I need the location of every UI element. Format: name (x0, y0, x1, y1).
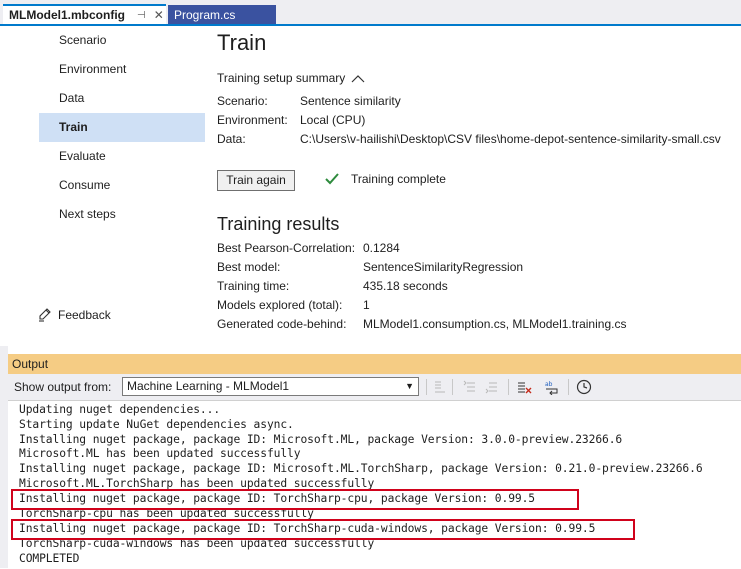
tab-label: MLModel1.mbconfig (9, 8, 125, 22)
output-line: Installing nuget package, package ID: Mi… (19, 433, 623, 446)
nav-item-consume[interactable]: Consume (39, 171, 205, 200)
dropdown-arrow-icon: ▼ (405, 381, 414, 391)
chevron-up-icon (351, 74, 365, 82)
result-key: Best model: (217, 260, 281, 274)
window-edge (0, 346, 8, 568)
summary-key: Data: (217, 132, 246, 146)
summary-key: Scenario: (217, 94, 268, 108)
training-status: Training complete (325, 172, 446, 186)
output-text-area[interactable]: Updating nuget dependencies... Starting … (8, 400, 741, 569)
feedback-link[interactable]: Feedback (38, 308, 111, 322)
toolbar-separator (452, 379, 453, 395)
output-source-select[interactable]: Machine Learning - MLModel1 ▼ (122, 377, 419, 396)
step-navigation: Scenario Environment Data Train Evaluate… (39, 26, 205, 229)
result-value: 0.1284 (363, 241, 400, 255)
highlight-box-torchsharp-cpu (11, 489, 579, 510)
nav-item-train[interactable]: Train (39, 113, 205, 142)
nav-item-scenario[interactable]: Scenario (39, 26, 205, 55)
clock-icon[interactable] (576, 379, 592, 395)
result-key: Generated code-behind: (217, 317, 347, 331)
summary-value: C:\Users\v-hailishi\Desktop\CSV files\ho… (300, 132, 721, 146)
feedback-icon (39, 308, 51, 322)
result-key: Models explored (total): (217, 298, 343, 312)
toolbar-separator (568, 379, 569, 395)
status-text: Training complete (351, 172, 446, 186)
nav-item-environment[interactable]: Environment (39, 55, 205, 84)
result-value: SentenceSimilarityRegression (363, 260, 524, 274)
svg-text:ab: ab (545, 381, 553, 388)
highlight-box-torchsharp-cuda (11, 519, 635, 540)
clear-all-icon[interactable] (516, 379, 532, 395)
output-line: Installing nuget package, package ID: Mi… (19, 462, 703, 475)
training-results-heading: Training results (217, 214, 340, 234)
train-again-button[interactable]: Train again (217, 170, 295, 191)
output-line: Updating nuget dependencies... (19, 403, 221, 416)
summary-value: Local (CPU) (300, 113, 366, 127)
output-toolbar: Show output from: Machine Learning - MLM… (8, 374, 741, 400)
nav-item-data[interactable]: Data (39, 84, 205, 113)
output-line: COMPLETED (19, 552, 80, 565)
training-setup-summary-toggle[interactable]: Training setup summary (217, 71, 365, 85)
close-icon[interactable]: ✕ (154, 8, 164, 22)
document-tab-strip: MLModel1.mbconfig ⊣ ✕ Program.cs (0, 0, 741, 26)
tab-label: Program.cs (174, 7, 236, 22)
toolbar-separator (508, 379, 509, 395)
show-output-from-label: Show output from: (14, 380, 112, 394)
summary-header-label: Training setup summary (217, 71, 346, 85)
toggle-word-wrap-icon[interactable]: ab (544, 379, 560, 395)
previous-message-icon[interactable] (462, 379, 478, 395)
nav-item-evaluate[interactable]: Evaluate (39, 142, 205, 171)
result-key: Training time: (217, 279, 290, 293)
find-message-in-code-icon[interactable] (432, 379, 448, 395)
summary-value: Sentence similarity (300, 94, 401, 108)
summary-key: Environment: (217, 113, 288, 127)
result-value: 435.18 seconds (363, 279, 448, 293)
tab-program-cs[interactable]: Program.cs (168, 5, 276, 24)
feedback-label: Feedback (58, 308, 111, 322)
result-key: Best Pearson-Correlation: (217, 241, 356, 255)
nav-item-next-steps[interactable]: Next steps (39, 200, 205, 229)
pin-icon[interactable]: ⊣ (137, 10, 146, 21)
toolbar-separator (426, 379, 427, 395)
output-source-value: Machine Learning - MLModel1 (127, 379, 290, 393)
result-value: 1 (363, 298, 370, 312)
output-line: Starting update NuGet dependencies async… (19, 418, 294, 431)
checkmark-icon (325, 173, 339, 185)
next-message-icon[interactable] (484, 379, 500, 395)
tab-mlmodel1-mbconfig[interactable]: MLModel1.mbconfig ⊣ ✕ (3, 4, 166, 24)
output-pane-title: Output (8, 354, 741, 374)
output-line: Microsoft.ML has been updated successful… (19, 447, 301, 460)
page-title: Train (217, 30, 267, 55)
result-value: MLModel1.consumption.cs, MLModel1.traini… (363, 317, 627, 331)
